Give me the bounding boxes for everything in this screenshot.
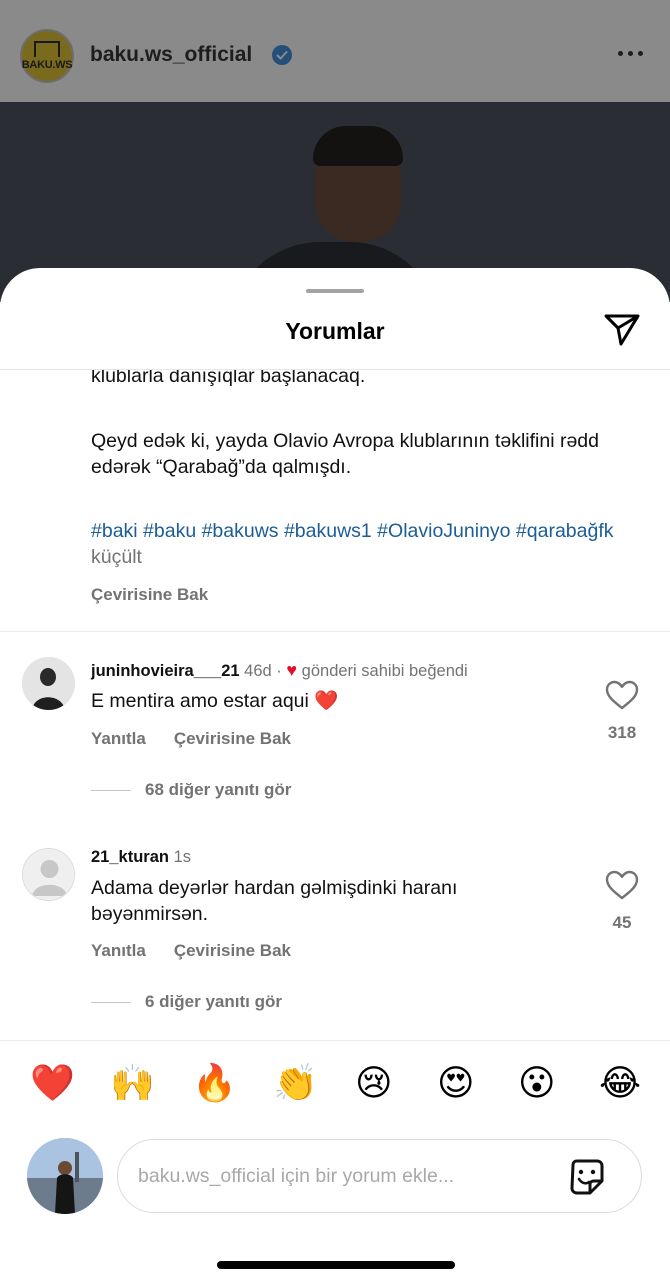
- account-logo-text: BAKU.WS: [21, 59, 73, 71]
- account-avatar[interactable]: BAKU.WS: [20, 29, 74, 83]
- post-header-overlay: BAKU.WS baku.ws_official: [0, 0, 670, 102]
- reply-button[interactable]: Yanıtla: [91, 729, 146, 749]
- comments-sheet: Yorumlar klublarla danışıqlar başlanacaq…: [0, 268, 670, 1285]
- emoji-laughing-button[interactable]: 😂: [599, 1064, 641, 1104]
- my-avatar: [27, 1138, 103, 1214]
- caption-clipped-line: klublarla danışıqlar başlanacaq.: [91, 370, 366, 387]
- comment-actions: Yanıtla Çevirisine Bak: [91, 941, 291, 961]
- emoji-surprised-button[interactable]: 😮: [518, 1064, 556, 1104]
- comment-meta: juninhovieira___21 46d · ♥ gönderi sahib…: [91, 660, 468, 681]
- view-replies-label[interactable]: 68 diğer yanıtı gör: [145, 780, 291, 800]
- caption-divider: [0, 631, 670, 632]
- author-liked-heart-icon: ♥: [286, 660, 298, 680]
- like-heart-icon[interactable]: [605, 870, 639, 900]
- emoji-bar-divider: [0, 1040, 670, 1041]
- verified-badge-icon: [272, 45, 292, 65]
- hashtag-links[interactable]: #baki #baku #bakuws #bakuws1 #OlavioJuni…: [91, 520, 614, 542]
- home-indicator[interactable]: [217, 1261, 455, 1269]
- comment-time: 46d: [244, 662, 272, 680]
- comment-input[interactable]: [138, 1160, 558, 1192]
- view-replies-link[interactable]: 6 diğer yanıtı gör: [91, 992, 282, 1012]
- comment-text: E mentira amo estar aqui ❤️: [91, 690, 339, 712]
- sheet-title: Yorumlar: [285, 318, 385, 344]
- logo-mark-icon: [34, 41, 60, 57]
- quick-emoji-bar: ❤️ 🙌 🔥 👏 😢 😍 😮 😂: [0, 1064, 670, 1112]
- comment-time: 1s: [173, 848, 191, 866]
- caption-clipped-region: klublarla danışıqlar başlanacaq.: [0, 370, 670, 398]
- caption-paragraph: Qeyd edək ki, yayda Olavio Avropa klubla…: [91, 430, 599, 478]
- view-replies-link[interactable]: 68 diğer yanıtı gör: [91, 780, 291, 800]
- like-count: 45: [612, 913, 632, 932]
- emoji-clapping-button[interactable]: 👏: [273, 1064, 318, 1104]
- commenter-avatar[interactable]: [22, 657, 75, 710]
- emoji-heart-button[interactable]: ❤️: [30, 1064, 75, 1104]
- translate-button[interactable]: Çevirisine Bak: [174, 729, 291, 749]
- post-username[interactable]: baku.ws_official: [90, 43, 252, 67]
- meta-separator: ·: [276, 662, 282, 680]
- emoji-heart-eyes-button[interactable]: 😍: [437, 1064, 475, 1104]
- reply-button[interactable]: Yanıtla: [91, 941, 146, 961]
- comment-composer: [117, 1139, 642, 1213]
- paper-plane-icon[interactable]: [603, 311, 641, 347]
- caption-hashtags: #baki #baku #bakuws #bakuws1 #OlavioJuni…: [91, 518, 651, 570]
- emoji-raising-hands-button[interactable]: 🙌: [110, 1064, 155, 1104]
- comment-text: Adama deyərlər hardan gəlmişdinki haranı…: [91, 877, 458, 925]
- view-replies-label[interactable]: 6 diğer yanıtı gör: [145, 992, 282, 1012]
- replies-line: [91, 789, 131, 791]
- less-link[interactable]: küçült: [91, 546, 142, 568]
- comment-username[interactable]: 21_kturan: [91, 848, 169, 866]
- emoji-crying-button[interactable]: 😢: [355, 1064, 393, 1104]
- comment-username[interactable]: juninhovieira___21: [91, 662, 240, 680]
- more-options-icon[interactable]: [618, 51, 643, 56]
- caption-see-translation[interactable]: Çevirisine Bak: [91, 585, 208, 605]
- like-count: 318: [607, 723, 637, 742]
- author-liked-label: gönderi sahibi beğendi: [301, 662, 468, 680]
- like-heart-icon[interactable]: [605, 680, 639, 710]
- comment-actions: Yanıtla Çevirisine Bak: [91, 729, 291, 749]
- drag-handle[interactable]: [306, 289, 364, 293]
- emoji-fire-button[interactable]: 🔥: [192, 1064, 237, 1104]
- commenter-avatar[interactable]: [22, 848, 75, 901]
- replies-line: [91, 1001, 131, 1003]
- translate-button[interactable]: Çevirisine Bak: [174, 941, 291, 961]
- sticker-icon[interactable]: [567, 1157, 607, 1197]
- comment-meta: 21_kturan 1s: [91, 848, 191, 867]
